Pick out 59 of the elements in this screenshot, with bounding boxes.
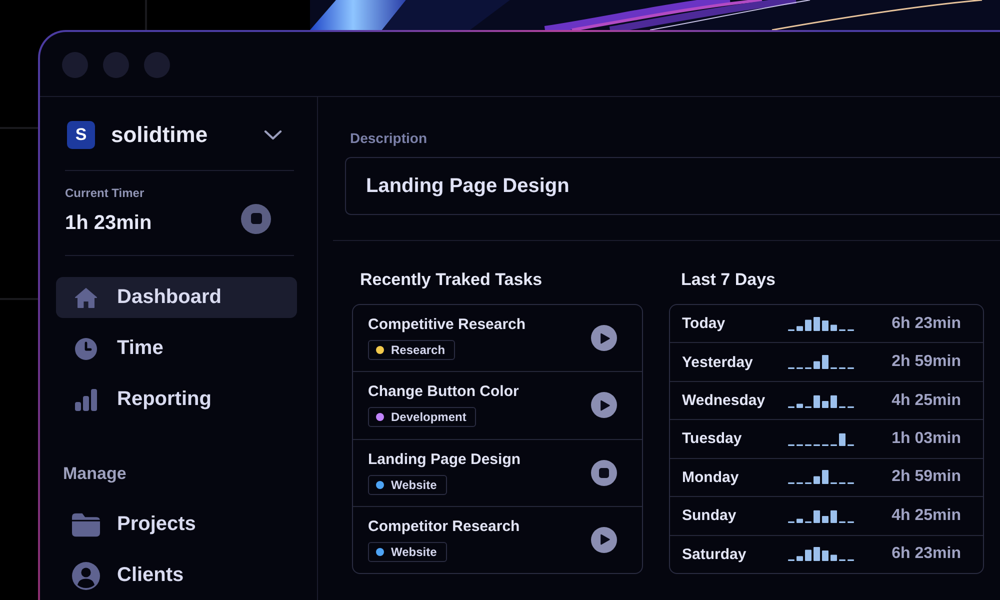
play-icon — [600, 400, 610, 411]
sparkline-drawing — [788, 355, 855, 370]
play-button[interactable] — [591, 392, 617, 418]
sparkline-drawing — [788, 316, 855, 331]
task-name: Competitive Research — [368, 316, 526, 334]
timer-value: 1h 23min — [65, 211, 152, 235]
stop-timer-button[interactable] — [241, 204, 271, 234]
section-title: Recently Traked Tasks — [360, 269, 544, 291]
duration-text: 4h 25min — [892, 392, 961, 410]
sidebar-nav-item[interactable]: Time — [56, 328, 297, 369]
folder-icon — [72, 510, 100, 538]
duration-text: 1h 03min — [892, 430, 961, 448]
project-name: Development — [391, 410, 466, 424]
stop-icon — [599, 468, 609, 478]
sparkline-drawing — [788, 508, 855, 523]
duration-text: 4h 25min — [892, 506, 961, 525]
task-name: Competitor Research — [368, 518, 520, 536]
day-label: Monday — [682, 468, 739, 486]
section-heading: Manage — [63, 464, 128, 484]
project-name: Research — [391, 343, 446, 358]
chevron-down-icon[interactable] — [264, 130, 282, 140]
play-icon — [600, 332, 610, 344]
sparkline-drawing — [788, 432, 855, 446]
day-label: Yesterday — [682, 354, 753, 371]
section-title: Last 7 Days — [681, 269, 776, 291]
project-name: Website — [391, 544, 437, 559]
stop-button[interactable] — [591, 460, 617, 486]
duration-text: 6h 23min — [892, 545, 961, 564]
duration-text: 6h 23min — [892, 314, 961, 333]
task-name: Landing Page Design — [368, 450, 521, 469]
play-button[interactable] — [591, 325, 617, 352]
sidebar-nav-item[interactable]: Dashboard — [56, 277, 297, 318]
sparkline-drawing — [788, 394, 855, 408]
task-name: Change Button Color — [368, 383, 519, 402]
timer-label: Current Timer — [65, 186, 146, 200]
sparkline-drawing — [788, 470, 855, 484]
sparkline-drawing — [788, 547, 855, 562]
bar-chart-icon — [75, 388, 97, 410]
duration-text: 2h 59min — [892, 468, 961, 486]
sidebar-nav-item[interactable]: Clients — [56, 555, 297, 596]
stop-icon — [250, 213, 262, 224]
day-label: Saturday — [682, 546, 746, 563]
home-icon — [75, 286, 97, 308]
play-button[interactable] — [591, 526, 617, 553]
project-name: Website — [391, 478, 437, 492]
clock-icon — [75, 338, 97, 360]
day-label: Today — [682, 315, 726, 332]
description-input[interactable]: Landing Page Design — [345, 157, 1000, 215]
organization-name: solidtime — [111, 121, 209, 149]
sidebar-nav-item[interactable]: Projects — [56, 504, 297, 545]
sidebar-nav-item[interactable]: Reporting — [56, 379, 297, 420]
day-label: Sunday — [682, 507, 736, 524]
day-label: Tuesday — [682, 430, 742, 448]
day-label: Wednesday — [682, 392, 766, 410]
user-circle-icon — [72, 562, 100, 590]
organization-avatar: S — [67, 121, 95, 149]
description-label: Description — [350, 129, 428, 147]
play-icon — [600, 534, 610, 546]
duration-text: 2h 59min — [892, 353, 961, 372]
